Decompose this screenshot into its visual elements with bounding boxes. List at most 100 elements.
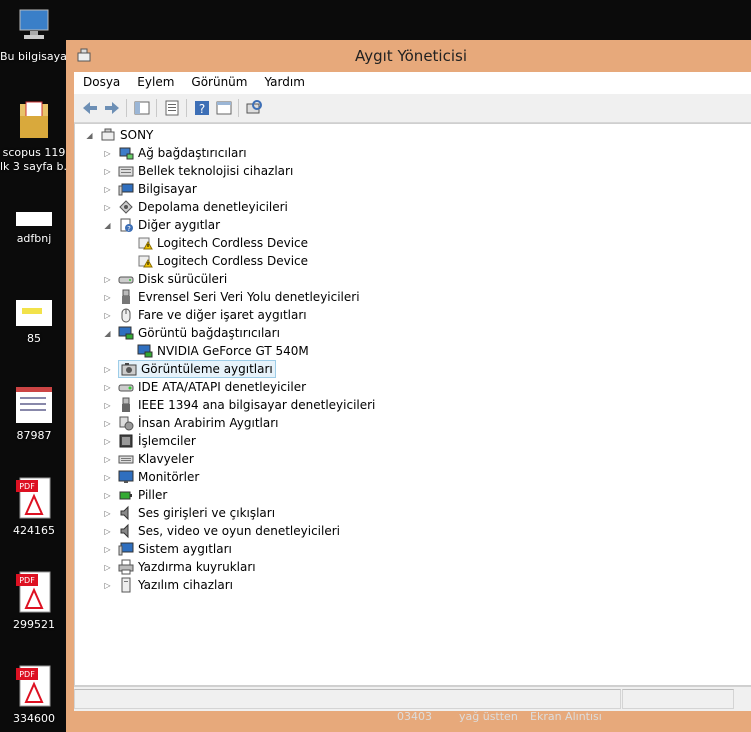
expand-arrow-icon[interactable]: ▷ [103,527,112,536]
expand-arrow-icon[interactable]: ▷ [103,383,112,392]
taskbar-item[interactable]: Ekran Alıntısı [530,710,602,723]
tree-node-print-queues[interactable]: ▷ Yazdırma kuyrukları [103,558,256,576]
tree-node-label: İşlemciler [138,434,196,448]
expand-arrow-icon[interactable]: ▷ [103,455,112,464]
desktop-icon-pdf[interactable]: PDF 334600 [0,664,68,726]
expand-arrow-icon[interactable]: ▷ [103,509,112,518]
tree-node-ide-controllers[interactable]: ▷ IDE ATA/ATAPI denetleyiciler [103,378,306,396]
desktop-icon-this-pc[interactable]: Bu bilgisayar [0,6,68,64]
expand-arrow-icon[interactable]: ▷ [103,491,112,500]
expand-arrow-icon[interactable]: ▷ [103,293,112,302]
tree-node-keyboards[interactable]: ▷ Klavyeler [103,450,193,468]
toolbar-separator [238,99,239,117]
tree-node-network-adapters[interactable]: ▷ Ağ bağdaştırıcıları [103,144,246,162]
tree-node-other-devices[interactable]: ◢ ? Diğer aygıtlar [103,216,220,234]
tree-node-label: Yazdırma kuyrukları [138,560,256,574]
desktop-icon-file[interactable]: 87987 [0,385,68,443]
expand-arrow-icon[interactable]: ▷ [103,167,112,176]
disk-drive-icon [118,276,134,284]
desktop-icon-file[interactable]: adfbnj [0,208,68,246]
expand-arrow-icon[interactable]: ▷ [103,437,112,446]
desktop-icon-folder[interactable]: scopus 119 lk 3 sayfa b... [0,98,68,174]
taskbar-item[interactable]: yağ üstten [459,710,518,723]
usb-icon [122,289,130,304]
expand-arrow-icon[interactable]: ▷ [103,419,112,428]
properties-icon[interactable] [162,98,182,118]
warning-device-icon [138,237,153,250]
battery-icon [119,491,132,500]
tree-node-ieee1394[interactable]: ▷ IEEE 1394 ana bilgisayar denetleyicile… [103,396,375,414]
tree-node-label: Diğer aygıtlar [138,218,221,232]
printer-icon [118,559,134,575]
expand-arrow-icon[interactable]: ▷ [103,275,112,284]
collapse-arrow-icon[interactable]: ◢ [103,329,112,338]
tree-node-monitors[interactable]: ▷ Monitörler [103,468,199,486]
desktop-icon-label-line2: lk 3 sayfa b... [0,160,68,173]
expand-arrow-icon[interactable]: ▷ [103,401,112,410]
desktop-icon-label: 85 [27,332,41,345]
show-hide-tree-icon[interactable] [132,98,152,118]
desktop-icon-label: Bu bilgisayar [0,50,68,63]
tree-node-computer[interactable]: ▷ Bilgisayar [103,180,196,198]
tree-node-logitech-1[interactable]: Logitech Cordless Device [137,234,308,252]
expand-arrow-icon[interactable]: ▷ [103,581,112,590]
desktop-icon-pdf[interactable]: PDF 299521 [0,570,68,632]
expand-arrow-icon[interactable]: ▷ [103,149,112,158]
tree-node-software-devices[interactable]: ▷ Yazılım cihazları [103,576,233,594]
image-file-icon [16,387,52,423]
expand-arrow-icon[interactable]: ▷ [103,203,112,212]
image-file-icon [16,212,52,226]
toolbar-separator [186,99,187,117]
selected-node-highlight[interactable]: Görüntüleme aygıtları [118,360,276,378]
back-arrow-icon[interactable] [80,98,100,118]
menu-action[interactable]: Eylem [128,72,182,89]
tree-node-label: Ses girişleri ve çıkışları [138,506,276,520]
tree-node-memory-devices[interactable]: ▷ Bellek teknolojisi cihazları [103,162,293,180]
tree-root-node[interactable]: ◢ SONY [85,126,153,144]
tree-node-mice[interactable]: ▷ Fare ve diğer işaret aygıtları [103,306,307,324]
collapse-arrow-icon[interactable]: ◢ [85,131,94,140]
forward-arrow-icon[interactable] [102,98,122,118]
svg-text:PDF: PDF [19,670,35,679]
tree-node-system-devices[interactable]: ▷ Sistem aygıtları [103,540,232,558]
tree-node-label: Sistem aygıtları [138,542,232,556]
tree-node-label: NVIDIA GeForce GT 540M [157,344,309,358]
menu-help[interactable]: Yardım [255,72,312,89]
tree-node-hid[interactable]: ▷ İnsan Arabirim Aygıtları [103,414,279,432]
tree-node-label: Görüntüleme aygıtları [141,362,273,376]
expand-arrow-icon[interactable]: ▷ [103,563,112,572]
tree-node-processors[interactable]: ▷ İşlemciler [103,432,196,450]
scan-hardware-icon[interactable] [244,98,264,118]
title-bar[interactable]: Aygıt Yöneticisi [66,40,751,72]
expand-arrow-icon[interactable]: ▷ [103,365,112,374]
tree-node-logitech-2[interactable]: Logitech Cordless Device [137,252,308,270]
desktop-icon-label: 87987 [16,429,52,442]
desktop-icon-file[interactable]: 85 [0,298,68,346]
svg-text:?: ? [199,102,205,116]
tree-node-audio-inputs-outputs[interactable]: ▷ Ses girişleri ve çıkışları [103,504,275,522]
desktop-icon-label: adfbnj [16,232,52,245]
tree-node-nvidia[interactable]: NVIDIA GeForce GT 540M [137,342,309,360]
expand-arrow-icon[interactable]: ▷ [103,545,112,554]
tree-node-storage-controllers[interactable]: ▷ Depolama denetleyicileri [103,198,287,216]
tree-node-imaging-devices[interactable]: ▷ Görüntüleme aygıtları [103,360,276,378]
desktop-icon-pdf[interactable]: PDF 424165 [0,476,68,538]
menu-view[interactable]: Görünüm [182,72,255,89]
collapse-arrow-icon[interactable]: ◢ [103,221,112,230]
menu-file[interactable]: Dosya [74,72,128,89]
expand-arrow-icon[interactable]: ▷ [103,473,112,482]
tree-node-display-adapters[interactable]: ◢ Görüntü bağdaştırıcıları [103,324,280,342]
expand-arrow-icon[interactable]: ▷ [103,185,112,194]
display-adapter-icon [137,344,153,358]
help-icon[interactable]: ? [192,98,212,118]
tree-node-sound-video-game[interactable]: ▷ Ses, video ve oyun denetleyicileri [103,522,340,540]
taskbar-item[interactable]: 03403 [397,710,432,723]
tree-node-label: Logitech Cordless Device [157,254,309,268]
tree-node-label: Logitech Cordless Device [157,236,309,250]
view-pane-icon[interactable] [214,98,234,118]
svg-text:PDF: PDF [19,482,35,491]
tree-node-disk-drives[interactable]: ▷ Disk sürücüleri [103,270,227,288]
tree-node-usb-controllers[interactable]: ▷ Evrensel Seri Veri Yolu denetleyiciler… [103,288,360,306]
expand-arrow-icon[interactable]: ▷ [103,311,112,320]
tree-node-batteries[interactable]: ▷ Piller [103,486,167,504]
